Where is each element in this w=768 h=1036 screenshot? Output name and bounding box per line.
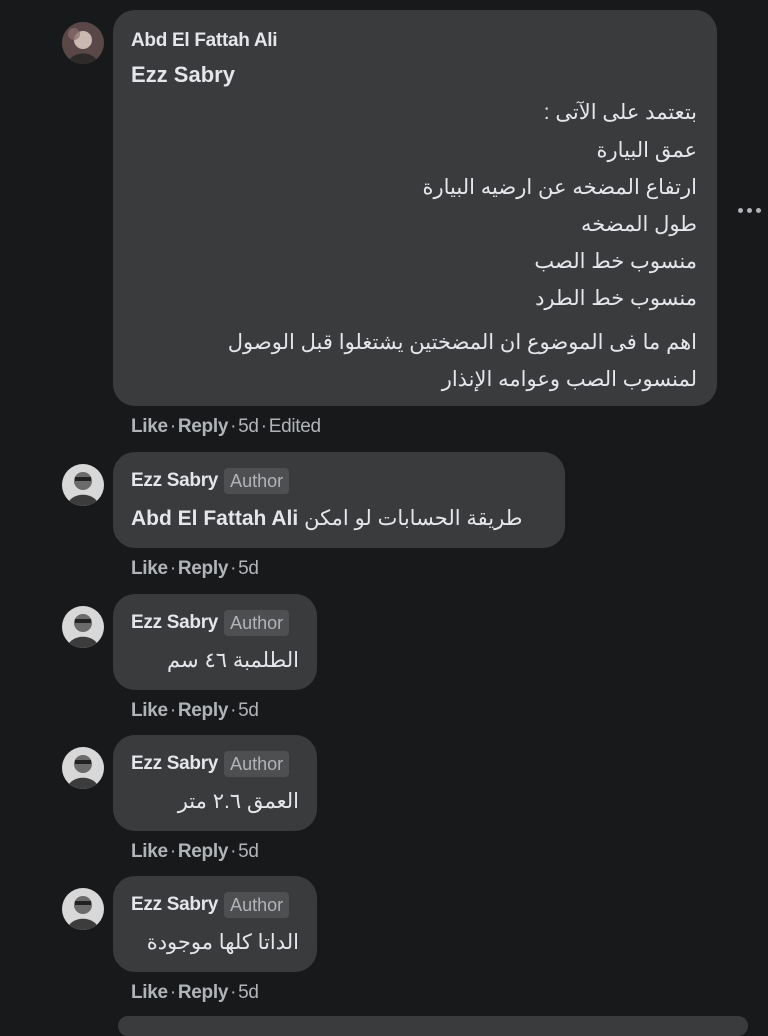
comment-text-line: لمنسوب الصب وعوامه الإنذار [441, 368, 697, 391]
like-button[interactable]: Like [131, 982, 168, 1003]
comment-text-line: طول المضخه [580, 213, 697, 236]
reply-button[interactable]: Reply [178, 841, 229, 862]
comment-text: الطلمبة ٤٦ سم [167, 649, 299, 672]
comment-text-line: ارتفاع المضخه عن ارضيه البيارة [422, 176, 697, 199]
avatar[interactable] [62, 606, 104, 648]
timestamp[interactable]: 5d [238, 700, 259, 721]
reply-button[interactable]: Reply [178, 982, 229, 1003]
timestamp[interactable]: 5d [238, 416, 259, 437]
mention-link[interactable]: Abd El Fattah Ali [131, 507, 298, 530]
comment-text: Abd El Fattah Ali طريقة الحسابات لو امكن [131, 506, 522, 531]
dot [755, 207, 761, 213]
separator: · [169, 982, 176, 1003]
more-options-icon[interactable] [734, 198, 764, 222]
author-line: Ezz Sabry Author [131, 610, 290, 636]
timestamp[interactable]: 5d [238, 982, 259, 1003]
author-badge: Author [224, 892, 290, 918]
comment-bubble: Abd El Fattah Ali Ezz Sabry بتعتمد على ا… [113, 10, 717, 406]
separator: · [230, 982, 237, 1003]
reply-button[interactable]: Reply [178, 416, 229, 437]
like-button[interactable]: Like [131, 416, 168, 437]
like-button[interactable]: Like [131, 558, 168, 579]
separator: · [230, 841, 237, 862]
edited-label[interactable]: Edited [269, 416, 321, 437]
separator: · [230, 416, 237, 437]
comment-bubble: Ezz Sabry Author الداتا كلها موجودة [113, 876, 317, 972]
separator: · [169, 700, 176, 721]
reply-button[interactable]: Reply [178, 700, 229, 721]
comment-bubble: Ezz Sabry Author الطلمبة ٤٦ سم [113, 594, 317, 690]
comment-author[interactable]: Ezz Sabry [131, 470, 218, 492]
separator: · [260, 416, 267, 437]
comment-actions: Like · Reply · 5d [131, 982, 259, 1004]
comment-text-line: بتعتمد على الآتى : [543, 101, 697, 124]
separator: · [230, 558, 237, 579]
author-line: Ezz Sabry Author [131, 892, 290, 918]
author-badge: Author [224, 468, 290, 494]
comment-author[interactable]: Ezz Sabry [131, 612, 218, 634]
author-badge: Author [224, 751, 290, 777]
comment-text-line: منسوب خط الصب [534, 250, 697, 273]
like-button[interactable]: Like [131, 700, 168, 721]
reply-button[interactable]: Reply [178, 558, 229, 579]
mention-link[interactable]: Ezz Sabry [131, 62, 235, 88]
separator: · [169, 558, 176, 579]
comment-author[interactable]: Ezz Sabry [131, 753, 218, 775]
like-button[interactable]: Like [131, 841, 168, 862]
comment-text-line: اهم ما فى الموضوع ان المضختين يشتغلوا قب… [227, 331, 697, 354]
comment-bubble: Ezz Sabry Author Abd El Fattah Ali طريقة… [113, 452, 565, 548]
author-line: Ezz Sabry Author [131, 751, 290, 777]
comment-bubble: Ezz Sabry Author العمق ٢.٦ متر [113, 735, 317, 831]
avatar[interactable] [62, 888, 104, 930]
dot [746, 207, 752, 213]
author-line: Ezz Sabry Author [131, 468, 290, 494]
avatar[interactable] [62, 464, 104, 506]
avatar[interactable] [62, 747, 104, 789]
next-comment-bubble [118, 1016, 748, 1036]
comment-text-line: منسوب خط الطرد [535, 287, 697, 310]
comment-text: العمق ٢.٦ متر [177, 790, 299, 813]
comment-text-line: عمق البيارة [596, 139, 697, 162]
dot [737, 207, 743, 213]
separator: · [169, 416, 176, 437]
timestamp[interactable]: 5d [238, 558, 259, 579]
separator: · [169, 841, 176, 862]
comment-text: الداتا كلها موجودة [146, 931, 299, 954]
comment-actions: Like · Reply · 5d [131, 700, 259, 722]
comment-actions: Like · Reply · 5d [131, 841, 259, 863]
avatar[interactable] [62, 22, 104, 64]
comment-actions: Like · Reply · 5d [131, 558, 259, 580]
comment-author[interactable]: Ezz Sabry [131, 894, 218, 916]
timestamp[interactable]: 5d [238, 841, 259, 862]
comment-author[interactable]: Abd El Fattah Ali [131, 30, 278, 52]
comment-actions: Like · Reply · 5d · Edited [131, 416, 321, 438]
author-badge: Author [224, 610, 290, 636]
comment-text-rtl: طريقة الحسابات لو امكن [304, 507, 523, 530]
separator: · [230, 700, 237, 721]
